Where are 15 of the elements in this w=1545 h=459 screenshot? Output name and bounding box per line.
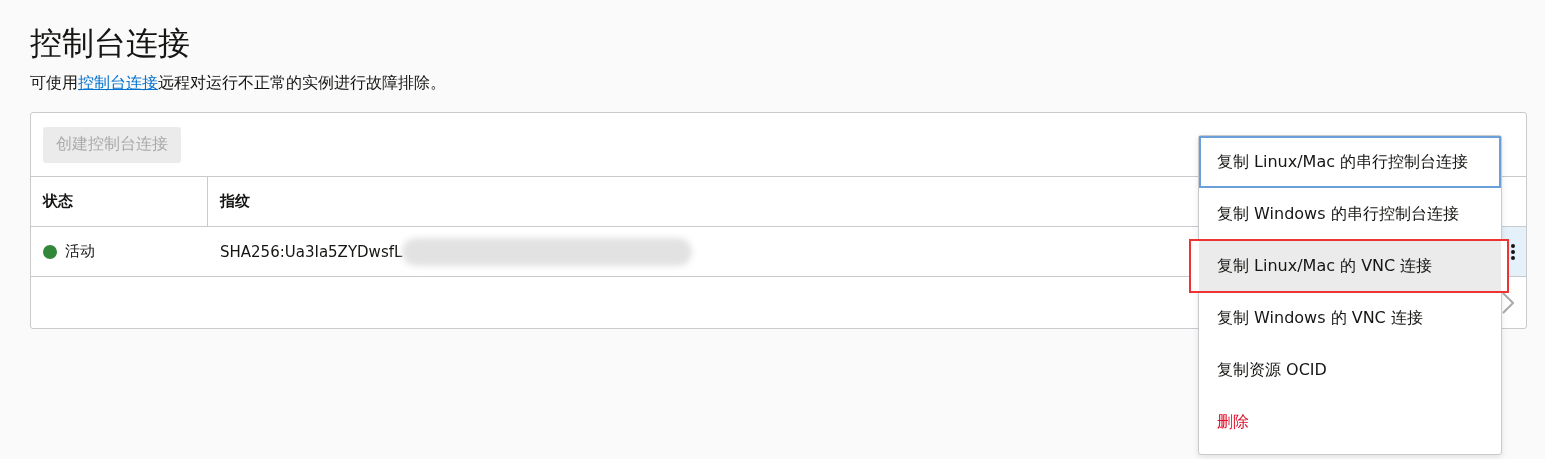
menu-item[interactable]: 删除: [1199, 396, 1501, 448]
column-header: 指纹: [218, 191, 250, 212]
menu-item[interactable]: 复制 Windows 的串行控制台连接: [1199, 188, 1501, 240]
console-connection-link[interactable]: 控制台连接: [78, 73, 158, 92]
page-title: 控制台连接: [30, 23, 191, 64]
chevron-right-icon[interactable]: [1502, 291, 1514, 314]
status-text: 活动: [65, 242, 95, 261]
menu-item[interactable]: 复制 Linux/Mac 的 VNC 连接: [1190, 240, 1508, 292]
kebab-icon: [1511, 243, 1515, 260]
description-text: 可使用控制台连接远程对运行不正常的实例进行故障排除。: [30, 72, 447, 94]
fingerprint-text: SHA256:Ua3Ia5ZYDwsfL: [220, 242, 403, 261]
menu-item[interactable]: 复制 Windows 的 VNC 连接: [1199, 292, 1501, 344]
menu-item[interactable]: 复制 Linux/Mac 的串行控制台连接: [1199, 136, 1501, 188]
menu-item[interactable]: 复制资源 OCID: [1199, 344, 1501, 396]
column-header: 状态: [31, 177, 208, 226]
